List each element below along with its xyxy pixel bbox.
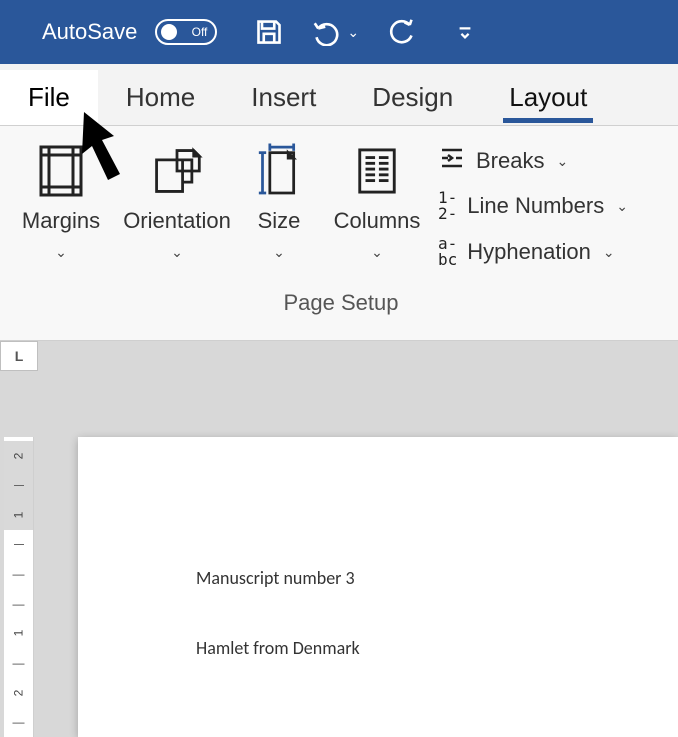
quick-access-toolbar: ⌄ xyxy=(253,16,481,48)
line-numbers-button[interactable]: 1-2- Line Numbers ⌄ xyxy=(438,190,628,222)
page-setup-large-buttons: Margins ⌄ Orientation ⌄ Size ⌄ xyxy=(12,140,422,261)
margins-icon xyxy=(37,140,85,202)
line-numbers-icon: 1-2- xyxy=(438,190,457,222)
ruler-tick xyxy=(14,544,24,545)
ribbon-tabs: File Home Insert Design Layout xyxy=(0,64,678,126)
chevron-down-icon[interactable]: ⌄ xyxy=(347,24,359,41)
autosave-toggle[interactable]: Off xyxy=(155,19,217,45)
autosave-knob xyxy=(161,24,177,40)
chevron-down-icon: ⌄ xyxy=(171,244,183,261)
orientation-button[interactable]: Orientation ⌄ xyxy=(128,140,226,261)
ribbon-group-name: Page Setup xyxy=(12,290,670,316)
chevron-down-icon: ⌄ xyxy=(55,244,67,261)
orientation-label: Orientation xyxy=(123,208,231,234)
line-numbers-label: Line Numbers xyxy=(467,193,604,219)
ruler-corner[interactable]: L xyxy=(0,341,38,371)
qat-overflow-icon[interactable] xyxy=(449,16,481,48)
save-icon[interactable] xyxy=(253,16,285,48)
autosave-state: Off xyxy=(192,25,208,39)
ruler-mark: 1 xyxy=(12,630,26,637)
columns-icon xyxy=(354,140,400,202)
ruler-mark: 2 xyxy=(12,452,26,459)
size-button[interactable]: Size ⌄ xyxy=(244,140,314,261)
title-bar: AutoSave Off ⌄ xyxy=(0,0,678,64)
breaks-icon xyxy=(438,146,466,176)
columns-label: Columns xyxy=(334,208,421,234)
hyphenation-button[interactable]: a-bc Hyphenation ⌄ xyxy=(438,236,628,268)
document-page[interactable]: Manuscript number 3 Hamlet from Denmark xyxy=(78,437,678,737)
document-line[interactable]: Hamlet from Denmark xyxy=(196,637,678,659)
document-area: L 2 1 — — 1 — 2 — Manuscript number 3 Ha… xyxy=(0,341,678,737)
undo-icon xyxy=(311,16,343,48)
columns-button[interactable]: Columns ⌄ xyxy=(332,140,422,261)
vertical-ruler[interactable]: 2 1 — — 1 — 2 — xyxy=(4,437,34,737)
tab-layout[interactable]: Layout xyxy=(481,70,615,125)
tab-file[interactable]: File xyxy=(0,70,98,125)
redo-icon[interactable] xyxy=(385,16,417,48)
document-line[interactable]: Manuscript number 3 xyxy=(196,567,678,589)
ruler-mark: 1 xyxy=(12,512,26,519)
ruler-mark: — xyxy=(13,567,25,581)
tab-insert[interactable]: Insert xyxy=(223,70,344,125)
orientation-icon xyxy=(151,140,203,202)
chevron-down-icon: ⌄ xyxy=(371,244,383,261)
chevron-down-icon: ⌄ xyxy=(556,153,568,170)
breaks-label: Breaks xyxy=(476,148,544,174)
page-setup-small-buttons: Breaks ⌄ 1-2- Line Numbers ⌄ a-bc Hyphen… xyxy=(438,140,628,268)
ribbon-layout: Margins ⌄ Orientation ⌄ Size ⌄ xyxy=(0,126,678,341)
tab-design[interactable]: Design xyxy=(344,70,481,125)
chevron-down-icon: ⌄ xyxy=(603,244,615,261)
chevron-down-icon: ⌄ xyxy=(273,244,285,261)
hyphenation-label: Hyphenation xyxy=(467,239,591,265)
breaks-button[interactable]: Breaks ⌄ xyxy=(438,146,628,176)
margins-button[interactable]: Margins ⌄ xyxy=(12,140,110,261)
size-label: Size xyxy=(258,208,301,234)
size-icon xyxy=(257,140,301,202)
ruler-tick xyxy=(14,485,24,486)
ruler-mark: — xyxy=(13,715,25,729)
tab-home[interactable]: Home xyxy=(98,70,223,125)
ruler-mark: 2 xyxy=(12,689,26,696)
chevron-down-icon: ⌄ xyxy=(616,198,628,215)
ruler-mark: — xyxy=(13,597,25,611)
ruler-mark: — xyxy=(13,656,25,670)
hyphenation-icon: a-bc xyxy=(438,236,457,268)
autosave-label: AutoSave xyxy=(42,19,137,45)
undo-button[interactable]: ⌄ xyxy=(311,16,359,48)
margins-label: Margins xyxy=(22,208,100,234)
